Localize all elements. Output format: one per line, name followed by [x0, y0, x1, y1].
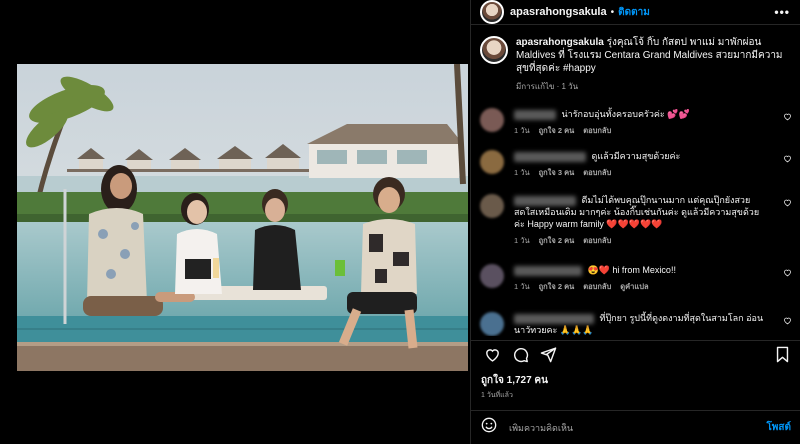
author-username[interactable]: apasrahongsakula	[510, 6, 607, 18]
commenter-username[interactable]	[514, 313, 594, 324]
comment-likes[interactable]: ถูกใจ 3 คน	[539, 167, 575, 179]
comment-time: 1 วัน	[514, 126, 530, 135]
comment-item: ดีมไม่ได้พบคุณปุ๊กนานมาก แต่คุณปุ๊กยังสว…	[480, 194, 792, 247]
comment-text: ดูแล้วมีความสุขด้วยค่ะ	[591, 151, 681, 161]
comments-list[interactable]: apasrahongsakula รุ่งคุณโจ้ กิ๊บ กัสตป พ…	[471, 36, 800, 336]
commenter-avatar[interactable]	[480, 194, 504, 218]
commenter-username[interactable]	[514, 109, 556, 120]
add-comment-bar: โพสต์	[471, 410, 800, 444]
comment-likes[interactable]: ถูกใจ 2 คน	[539, 281, 575, 293]
likes-count[interactable]: ถูกใจ 1,727 คน	[481, 373, 548, 388]
commenter-avatar[interactable]	[480, 264, 504, 288]
comment-likes[interactable]: ถูกใจ 2 คน	[539, 125, 575, 137]
media-pane	[0, 0, 470, 444]
post-side-panel: apasrahongsakula • ติดตาม ••• apasrahong…	[470, 0, 800, 444]
comment-like-icon[interactable]	[783, 198, 792, 207]
post-comment-button[interactable]: โพสต์	[766, 420, 791, 435]
comment-time: 1 วัน	[514, 168, 530, 177]
post-photo-image	[17, 64, 468, 371]
commenter-avatar[interactable]	[480, 312, 504, 336]
commenter-username[interactable]	[514, 151, 586, 162]
commenter-username[interactable]	[514, 195, 576, 206]
commenter-username[interactable]	[514, 265, 582, 276]
comment-like-icon[interactable]	[783, 268, 792, 277]
comment-icon[interactable]	[509, 344, 531, 366]
reply-button[interactable]: ตอบกลับ	[583, 125, 611, 137]
reply-button[interactable]: ตอบกลับ	[583, 235, 611, 247]
author-avatar[interactable]	[480, 0, 504, 24]
comment-time: 1 วัน	[514, 282, 530, 291]
comment-item: ที่ปุ๊กยา รูปนี้ที่ดูงดงามที่สุดในสามโลก…	[480, 312, 792, 336]
caption-avatar[interactable]	[480, 36, 508, 64]
comment-like-icon[interactable]	[783, 112, 792, 121]
post-caption: apasrahongsakula รุ่งคุณโจ้ กิ๊บ กัสตป พ…	[471, 36, 800, 93]
caption-username[interactable]: apasrahongsakula	[516, 37, 604, 48]
comment-like-icon[interactable]	[783, 316, 792, 325]
commenter-avatar[interactable]	[480, 108, 504, 132]
emoji-icon[interactable]	[481, 417, 497, 438]
post-actions	[471, 340, 800, 368]
bookmark-icon[interactable]	[771, 344, 793, 366]
share-icon[interactable]	[537, 344, 559, 366]
comment-text: น่ารักอบอุ่นทั้งครอบครัวค่ะ 💕💕	[561, 109, 690, 119]
heart-icon[interactable]	[481, 344, 503, 366]
comment-text: 😍❤️ hi from Mexico!!	[587, 265, 676, 275]
comment-like-icon[interactable]	[783, 154, 792, 163]
reply-button[interactable]: ตอบกลับ	[583, 281, 611, 293]
more-options-icon[interactable]: •••	[774, 5, 790, 19]
comment-item: ดูแล้วมีความสุขด้วยค่ะ 1 วัน ถูกใจ 3 คน …	[480, 150, 792, 179]
comment-time: 1 วัน	[514, 236, 530, 245]
translate-button[interactable]: ดูคำแปล	[620, 281, 648, 293]
comment-input[interactable]	[509, 422, 729, 433]
post-timestamp: 1 วันที่แล้ว	[481, 392, 513, 399]
comment-likes[interactable]: ถูกใจ 2 คน	[539, 235, 575, 247]
comment-item: น่ารักอบอุ่นทั้งครอบครัวค่ะ 💕💕 1 วัน ถูก…	[480, 108, 792, 137]
post-photo[interactable]	[17, 64, 468, 371]
reply-button[interactable]: ตอบกลับ	[583, 167, 611, 179]
caption-meta: มีการแก้ไข · 1 วัน	[516, 82, 579, 91]
separator-dot: •	[610, 6, 615, 18]
post-header: apasrahongsakula • ติดตาม •••	[471, 0, 800, 25]
follow-button[interactable]: ติดตาม	[618, 5, 650, 20]
commenter-avatar[interactable]	[480, 150, 504, 174]
comment-item: 😍❤️ hi from Mexico!! 1 วัน ถูกใจ 2 คน ตอ…	[480, 264, 792, 293]
